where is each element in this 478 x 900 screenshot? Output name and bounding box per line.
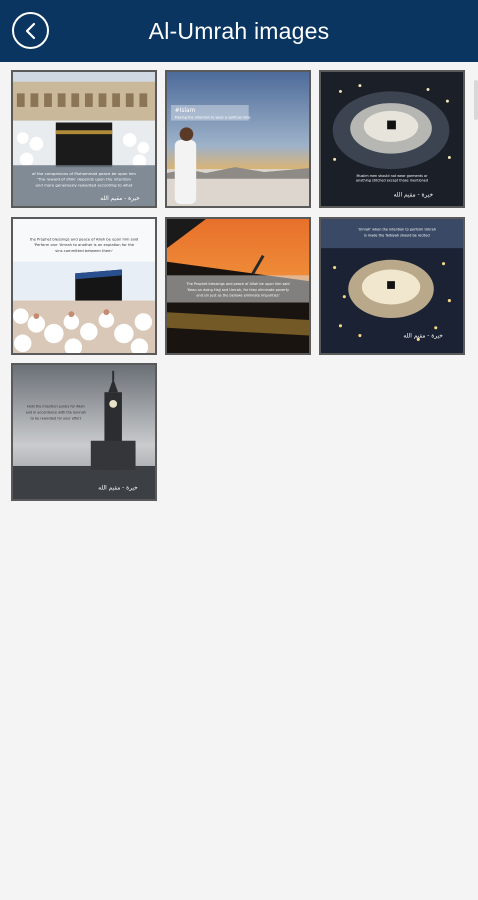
kaaba-pilgrims-image: the Prophet blessings and peace of Allah… bbox=[13, 219, 155, 353]
kaaba-courtyard-image: of the companions of Muhammad peace be u… bbox=[13, 72, 155, 206]
gallery-image-makkah-night[interactable]: 'Umrah' when the intention to perform Um… bbox=[319, 217, 465, 355]
svg-text:خيرة - مقيم الله: خيرة - مقيم الله bbox=[98, 485, 138, 491]
svg-text:to be rewarded for your effort: to be rewarded for your effort bbox=[31, 416, 82, 420]
svg-text:'Keep on doing Hajj and Umrah,: 'Keep on doing Hajj and Umrah, for they … bbox=[187, 288, 289, 292]
svg-text:'The reward of dhikr depends u: 'The reward of dhikr depends upon the in… bbox=[37, 177, 132, 182]
svg-text:Making the Intention to wear a: Making the Intention to wear a spiritual… bbox=[175, 116, 251, 120]
gallery-image-pilgrim-sunset[interactable]: #Islam Making the Intention to wear a sp… bbox=[165, 70, 311, 208]
svg-text:is made the Talbiyah should be: is made the Talbiyah should be recited bbox=[364, 233, 430, 237]
haram-night-image: Muslim men should not wear garments or a… bbox=[321, 72, 463, 206]
svg-text:and more generously rewarded a: and more generously rewarded according t… bbox=[36, 183, 133, 188]
gallery-image-kaaba-courtyard[interactable]: of the companions of Muhammad peace be u… bbox=[11, 70, 157, 208]
gallery-image-kaaba-pilgrims[interactable]: the Prophet blessings and peace of Allah… bbox=[11, 217, 157, 355]
makkah-night-image: 'Umrah' when the intention to perform Um… bbox=[321, 219, 463, 353]
svg-text:and sin just as the bellows el: and sin just as the bellows eliminate im… bbox=[196, 294, 279, 298]
svg-text:the Prophet blessings and peac: the Prophet blessings and peace of Allah… bbox=[30, 237, 138, 241]
svg-text:#Islam: #Islam bbox=[175, 108, 196, 114]
kaaba-roof-image: The Prophet blessings and peace of Allah… bbox=[167, 219, 309, 353]
svg-text:of the companions of Muhammad: of the companions of Muhammad peace be u… bbox=[32, 171, 136, 176]
svg-text:The Prophet blessings and peac: The Prophet blessings and peace of Allah… bbox=[185, 282, 289, 286]
gallery-image-kaaba-roof[interactable]: The Prophet blessings and peace of Allah… bbox=[165, 217, 311, 355]
svg-text:Hold the intention purely for: Hold the intention purely for Allah bbox=[27, 405, 85, 409]
svg-text:خيرة - مقيم الله: خيرة - مقيم الله bbox=[394, 192, 434, 198]
svg-text:anything stitched except those: anything stitched except those mentioned bbox=[356, 179, 428, 183]
svg-text:Muslim men should not wear gar: Muslim men should not wear garments or bbox=[357, 174, 428, 178]
svg-text:'Perform one 'Umrah to another: 'Perform one 'Umrah to another is an exp… bbox=[34, 243, 135, 247]
gallery-image-clock-tower[interactable]: Hold the intention purely for Allah and … bbox=[11, 363, 157, 501]
svg-text:خيرة - مقيم الله: خيرة - مقيم الله bbox=[403, 333, 443, 339]
svg-text:خيرة - مقيم الله: خيرة - مقيم الله bbox=[100, 196, 140, 202]
svg-text:and in accordance with the Sun: and in accordance with the Sunnah bbox=[26, 411, 86, 415]
image-grid: of the companions of Muhammad peace be u… bbox=[0, 0, 478, 900]
svg-text:'Umrah' when the intention to: 'Umrah' when the intention to perform Um… bbox=[358, 228, 436, 232]
svg-text:sins committed between them': sins committed between them' bbox=[55, 249, 112, 253]
pilgrim-sunset-image: #Islam Making the Intention to wear a sp… bbox=[167, 72, 309, 206]
clock-tower-image: Hold the intention purely for Allah and … bbox=[13, 365, 155, 499]
gallery-image-haram-night[interactable]: Muslim men should not wear garments or a… bbox=[319, 70, 465, 208]
